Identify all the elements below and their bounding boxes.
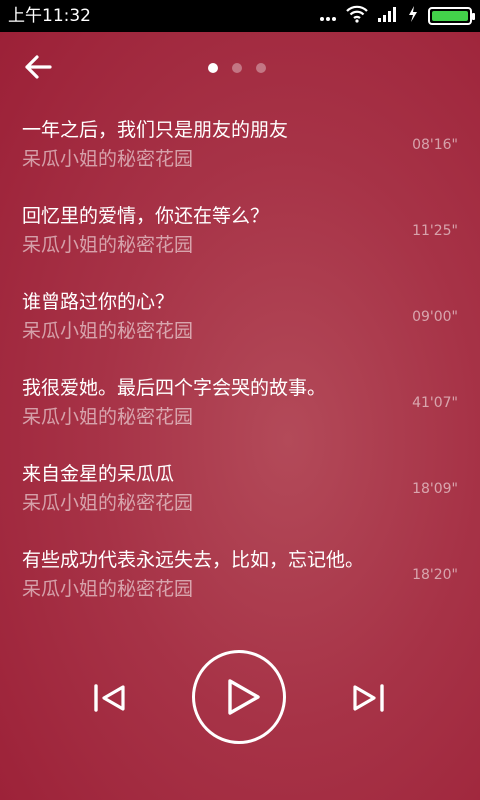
episode-item[interactable]: 谁曾路过你的心？ 呆瓜小姐的秘密花园 09'00" xyxy=(0,285,480,371)
episode-duration: 11'25" xyxy=(412,223,458,239)
episode-title: 我很爱她。最后四个字会哭的故事。 xyxy=(22,377,327,399)
page-dot-3[interactable] xyxy=(256,63,266,73)
episode-title: 来自金星的呆瓜瓜 xyxy=(22,463,175,485)
episode-title: 谁曾路过你的心？ xyxy=(22,291,175,313)
episode-duration: 18'09" xyxy=(412,481,458,497)
episode-author: 呆瓜小姐的秘密花园 xyxy=(22,320,194,342)
battery-level xyxy=(432,11,468,21)
episode-author: 呆瓜小姐的秘密花园 xyxy=(22,406,194,428)
status-time: 上午11:32 xyxy=(8,6,91,26)
episode-author: 呆瓜小姐的秘密花园 xyxy=(22,148,194,170)
header xyxy=(0,32,480,102)
status-bar: 上午11:32 xyxy=(0,0,480,32)
episode-duration: 08'16" xyxy=(412,137,458,153)
player-screen: 上午11:32 一年之后，我们只是朋友的朋友 呆瓜小姐的秘密花园 08'16" … xyxy=(0,0,480,800)
skip-previous-icon xyxy=(94,684,125,712)
signal-icon xyxy=(378,6,398,26)
episode-title: 回忆里的爱情，你还在等么？ xyxy=(22,205,270,227)
episode-title: 一年之后，我们只是朋友的朋友 xyxy=(22,119,289,141)
episode-author: 呆瓜小姐的秘密花园 xyxy=(22,492,194,514)
skip-next-icon xyxy=(353,684,384,712)
episode-list: 一年之后，我们只是朋友的朋友 呆瓜小姐的秘密花园 08'16" 回忆里的爱情，你… xyxy=(0,113,480,629)
page-dot-2[interactable] xyxy=(232,63,242,73)
episode-item[interactable]: 有些成功代表永远失去，比如，忘记他。 呆瓜小姐的秘密花园 18'20" xyxy=(0,543,480,629)
episode-item[interactable]: 一年之后，我们只是朋友的朋友 呆瓜小姐的秘密花园 08'16" xyxy=(0,113,480,199)
episode-author: 呆瓜小姐的秘密花园 xyxy=(22,234,194,256)
episode-author: 呆瓜小姐的秘密花园 xyxy=(22,578,194,600)
episode-item[interactable]: 来自金星的呆瓜瓜 呆瓜小姐的秘密花园 18'09" xyxy=(0,457,480,543)
battery-icon xyxy=(428,7,475,25)
episode-duration: 41'07" xyxy=(412,395,458,411)
status-icons xyxy=(320,5,475,27)
play-icon xyxy=(228,679,260,715)
episode-duration: 09'00" xyxy=(412,309,458,325)
previous-button[interactable] xyxy=(92,682,128,714)
page-dot-1[interactable] xyxy=(208,63,218,73)
play-button[interactable] xyxy=(192,650,286,744)
notification-dots-icon xyxy=(320,7,336,26)
episode-title: 有些成功代表永远失去，比如，忘记他。 xyxy=(22,549,365,571)
arrow-left-icon xyxy=(25,55,52,79)
player-controls xyxy=(0,650,480,745)
wifi-icon xyxy=(346,5,368,27)
charging-icon xyxy=(408,6,418,26)
episode-duration: 18'20" xyxy=(412,567,458,583)
back-button[interactable] xyxy=(24,54,54,80)
episode-item[interactable]: 回忆里的爱情，你还在等么？ 呆瓜小姐的秘密花园 11'25" xyxy=(0,199,480,285)
next-button[interactable] xyxy=(350,682,386,714)
episode-item[interactable]: 我很爱她。最后四个字会哭的故事。 呆瓜小姐的秘密花园 41'07" xyxy=(0,371,480,457)
page-indicator xyxy=(208,63,266,73)
